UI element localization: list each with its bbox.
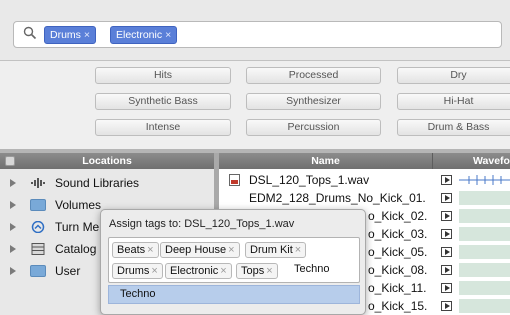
disclosure-triangle-icon[interactable] (10, 267, 16, 275)
token-label: Electronic (116, 29, 163, 41)
location-label: Volumes (55, 198, 102, 212)
folder-icon (30, 199, 46, 211)
location-label: Catalog (55, 242, 97, 256)
file-name: o_Kick_15. (368, 299, 428, 313)
waveform-preview (459, 191, 510, 205)
tag-token-electronic[interactable]: Electronic × (165, 263, 232, 279)
file-name: EDM2_128_Drums_No_Kick_01. (249, 191, 426, 205)
locations-header: Locations (0, 153, 214, 169)
filter-button-intense[interactable]: Intense (95, 119, 231, 136)
filter-button-synthetic-bass[interactable]: Synthetic Bass (95, 93, 231, 110)
checkbox-icon[interactable] (5, 156, 15, 166)
locations-header-label: Locations (82, 155, 132, 167)
location-label: User (55, 264, 81, 278)
filter-button-hits[interactable]: Hits (95, 67, 231, 84)
tag-typed-text[interactable]: Techno (294, 263, 329, 275)
remove-token-icon[interactable]: × (165, 29, 171, 41)
tag-token-deep-house[interactable]: Deep House × (160, 242, 240, 258)
sound-libraries-icon (31, 178, 45, 188)
play-icon[interactable] (441, 193, 452, 203)
search-icon (23, 26, 37, 40)
play-icon[interactable] (441, 247, 452, 257)
file-row[interactable]: DSL_120_Tops_1.wav (219, 172, 510, 188)
location-label: Turn Me (55, 220, 100, 234)
folder-icon (30, 265, 46, 277)
tag-token-beats[interactable]: Beats × (112, 242, 159, 258)
tag-suggestion-item[interactable]: Techno (108, 285, 360, 304)
waveform-preview (459, 245, 510, 259)
popover-title: Assign tags to: DSL_120_Tops_1.wav (109, 218, 295, 230)
tag-token-tops[interactable]: Tops × (236, 263, 278, 279)
location-item-sound-libraries[interactable]: Sound Libraries (0, 172, 214, 194)
filter-button-synthesizer[interactable]: Synthesizer (246, 93, 381, 110)
keyword-filter-grid: Hits Processed Dry Synthetic Bass Synthe… (0, 61, 510, 149)
remove-tag-icon[interactable]: × (220, 265, 226, 277)
waveform-preview (459, 263, 510, 277)
tag-token-drums[interactable]: Drums × (112, 263, 163, 279)
catalog-icon (31, 243, 45, 255)
tag-input-field[interactable]: Beats × Deep House × Drum Kit × Drums × Elec… (108, 237, 360, 283)
search-token-electronic[interactable]: Electronic × (110, 26, 178, 44)
waveform-preview (459, 209, 510, 223)
filter-button-drum-and-bass[interactable]: Drum & Bass (397, 119, 510, 136)
filter-button-percussion[interactable]: Percussion (246, 119, 381, 136)
remove-tag-icon[interactable]: × (228, 244, 234, 256)
disclosure-triangle-icon[interactable] (10, 179, 16, 187)
remove-tag-icon[interactable]: × (147, 244, 153, 256)
file-name: o_Kick_03. (368, 227, 428, 241)
assign-tags-popover: Assign tags to: DSL_120_Tops_1.wav Beats… (100, 209, 366, 315)
filter-button-processed[interactable]: Processed (246, 67, 381, 84)
location-label: Sound Libraries (55, 176, 140, 190)
waveform-preview (459, 281, 510, 295)
tag-label: Tops (241, 265, 265, 277)
tag-token-drum-kit[interactable]: Drum Kit × (245, 242, 307, 258)
turn-me-icon (31, 221, 45, 233)
remove-tag-icon[interactable]: × (151, 265, 157, 277)
token-label: Drums (50, 29, 81, 41)
file-name: o_Kick_11. (368, 281, 427, 295)
tag-label: Electronic (170, 265, 219, 277)
file-name: o_Kick_05. (368, 245, 428, 259)
filter-button-hi-hat[interactable]: Hi-Hat (397, 93, 510, 110)
waveform-preview (459, 227, 510, 241)
audio-file-icon (229, 174, 240, 186)
column-header-name[interactable]: Name (219, 153, 433, 169)
remove-token-icon[interactable]: × (84, 29, 90, 41)
search-token-drums[interactable]: Drums × (44, 26, 97, 44)
search-area: Drums × Electronic × (0, 0, 510, 61)
remove-tag-icon[interactable]: × (266, 265, 272, 277)
play-icon[interactable] (441, 301, 452, 311)
disclosure-triangle-icon[interactable] (10, 245, 16, 253)
play-icon[interactable] (441, 175, 452, 185)
play-icon[interactable] (441, 283, 452, 293)
disclosure-triangle-icon[interactable] (10, 223, 16, 231)
file-name: o_Kick_08. (368, 263, 428, 277)
filter-button-dry[interactable]: Dry (397, 67, 510, 84)
file-name: o_Kick_02. (368, 209, 428, 223)
play-icon[interactable] (441, 229, 452, 239)
file-name: DSL_120_Tops_1.wav (249, 173, 370, 187)
tag-label: Drum Kit (250, 244, 293, 256)
tag-label: Drums (117, 265, 150, 277)
play-icon[interactable] (441, 211, 452, 221)
tag-label: Beats (117, 244, 146, 256)
remove-tag-icon[interactable]: × (295, 244, 301, 256)
waveform-preview (459, 299, 510, 313)
disclosure-triangle-icon[interactable] (10, 201, 16, 209)
play-icon[interactable] (441, 265, 452, 275)
search-field[interactable]: Drums × Electronic × (13, 21, 502, 48)
waveform-preview (459, 175, 510, 185)
file-row[interactable]: EDM2_128_Drums_No_Kick_01. (219, 190, 510, 206)
tag-label: Deep House (165, 244, 227, 256)
column-header-waveform[interactable]: Wavefo (433, 153, 510, 169)
